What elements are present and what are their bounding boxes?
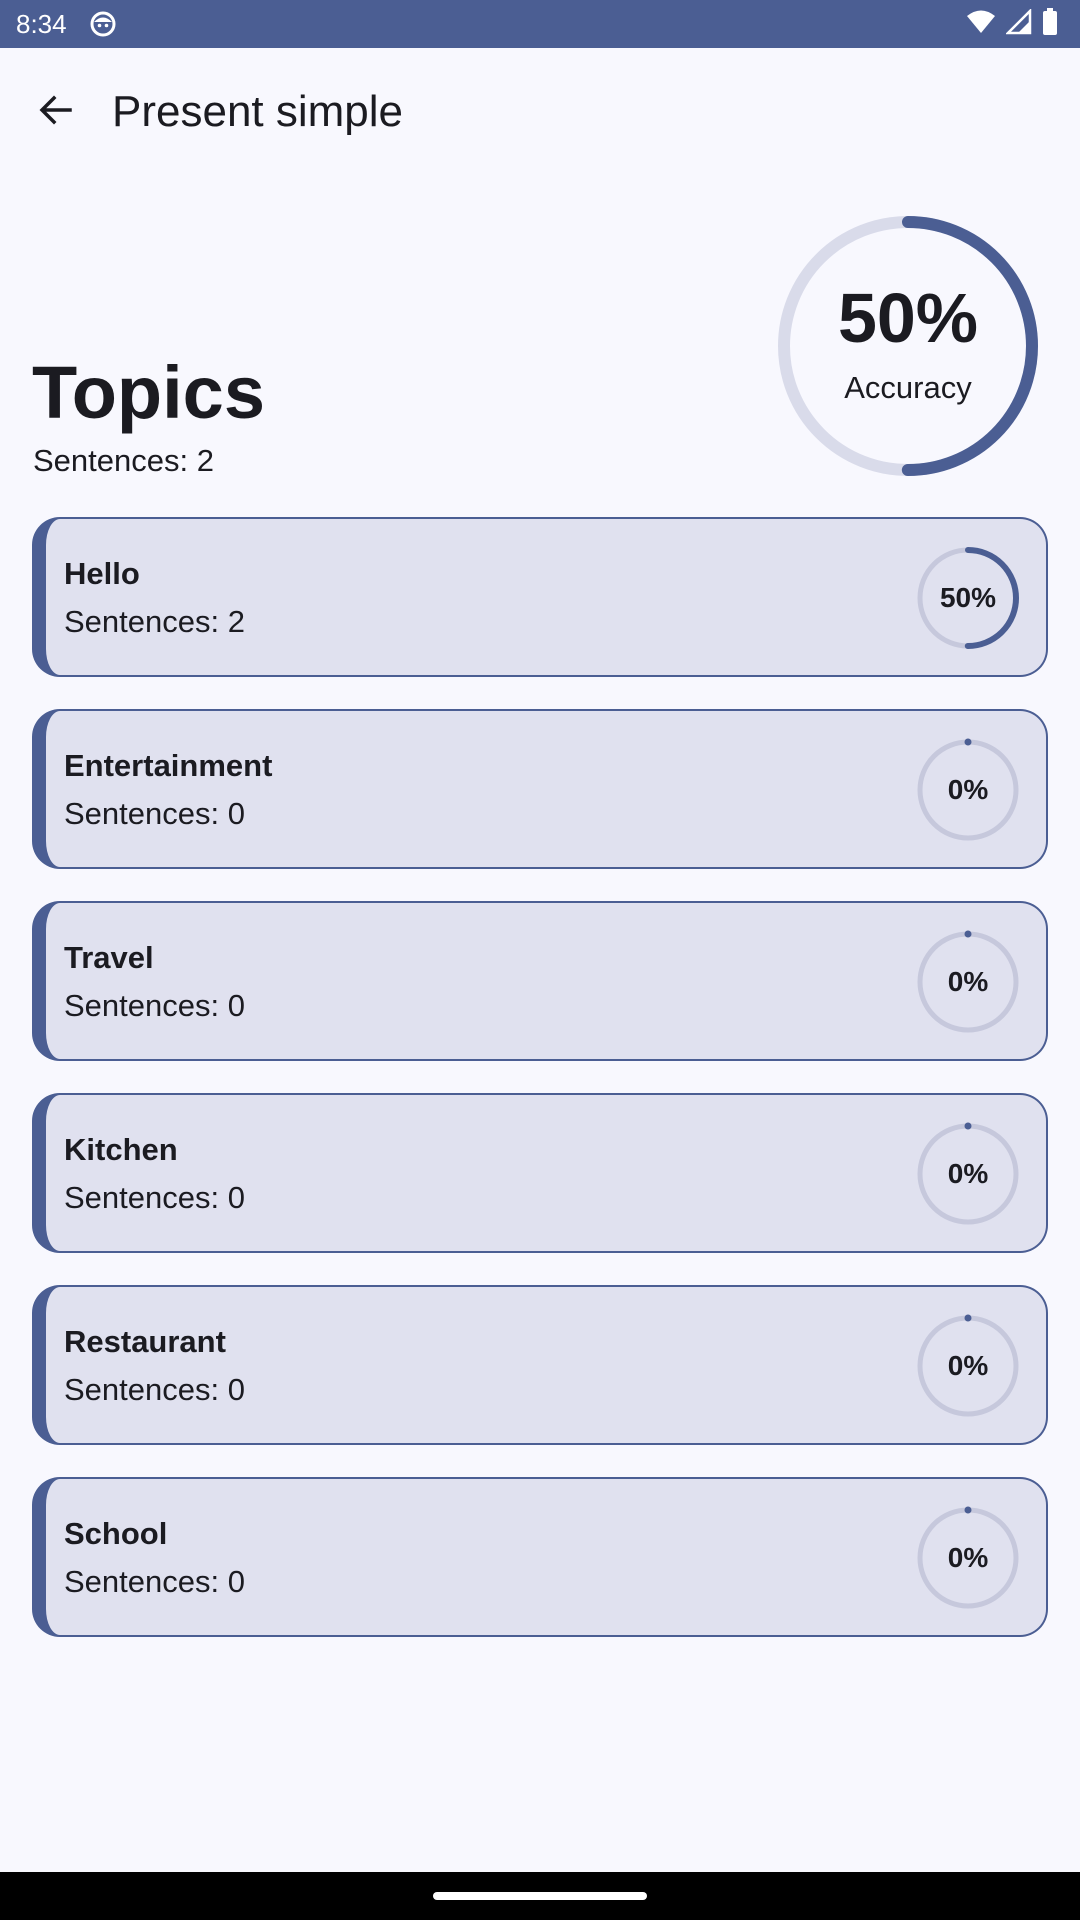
topic-name: School <box>64 1516 168 1551</box>
topic-sentences-count: Sentences: 0 <box>64 1564 245 1599</box>
topic-accuracy-ring: 0% <box>916 738 1020 842</box>
wifi-icon <box>966 9 996 40</box>
face-icon <box>90 11 116 37</box>
accuracy-ring: 50% Accuracy <box>776 214 1040 478</box>
back-button[interactable] <box>24 80 88 144</box>
topic-accuracy-ring: 0% <box>916 1314 1020 1418</box>
topic-accuracy-ring: 50% <box>916 546 1020 650</box>
home-indicator[interactable] <box>433 1892 647 1900</box>
app-bar: Present simple <box>0 48 1080 176</box>
topic-name: Entertainment <box>64 748 273 783</box>
topic-sentences-count: Sentences: 0 <box>64 796 245 831</box>
status-bar: 8:34 <box>0 0 1080 48</box>
topic-card[interactable]: Hello Sentences: 2 50% <box>32 517 1048 677</box>
accuracy-label: Accuracy <box>844 370 972 405</box>
topic-accuracy-percent: 0% <box>947 774 989 805</box>
topic-sentences-count: Sentences: 0 <box>64 988 245 1023</box>
topics-heading: Topics <box>32 351 265 434</box>
status-icons <box>966 7 1058 41</box>
topic-card[interactable]: Entertainment Sentences: 0 0% <box>32 709 1048 869</box>
topic-accuracy-percent: 0% <box>947 966 989 997</box>
total-sentences-count: Sentences: 2 <box>33 443 214 478</box>
signal-icon <box>1004 7 1032 40</box>
topic-accuracy-percent: 0% <box>947 1350 989 1381</box>
arrow-back-icon <box>38 92 74 133</box>
topic-card[interactable]: School Sentences: 0 0% <box>32 1477 1048 1637</box>
battery-icon <box>1042 7 1058 41</box>
topic-name: Kitchen <box>64 1132 178 1167</box>
topic-card[interactable]: Travel Sentences: 0 0% <box>32 901 1048 1061</box>
topic-accuracy-percent: 50% <box>939 582 997 613</box>
topic-accuracy-percent: 0% <box>947 1542 989 1573</box>
topic-accuracy-ring: 0% <box>916 1122 1020 1226</box>
topic-sentences-count: Sentences: 0 <box>64 1372 245 1407</box>
topic-sentences-count: Sentences: 2 <box>64 604 245 639</box>
topic-accuracy-ring: 0% <box>916 1506 1020 1610</box>
topic-list: Hello Sentences: 2 50% Entertainment Sentenc… <box>32 517 1048 1669</box>
topic-card[interactable]: Restaurant Sentences: 0 0% <box>32 1285 1048 1445</box>
topic-card[interactable]: Kitchen Sentences: 0 0% <box>32 1093 1048 1253</box>
topic-accuracy-percent: 0% <box>947 1158 989 1189</box>
topic-name: Hello <box>64 556 140 591</box>
page-title: Present simple <box>112 87 404 136</box>
topic-name: Travel <box>64 940 154 975</box>
topic-sentences-count: Sentences: 0 <box>64 1180 245 1215</box>
topic-name: Restaurant <box>64 1324 226 1359</box>
topic-accuracy-ring: 0% <box>916 930 1020 1034</box>
status-time: 8:34 <box>16 9 67 39</box>
navigation-bar <box>0 1872 1080 1920</box>
accuracy-value: 50% <box>837 279 979 357</box>
